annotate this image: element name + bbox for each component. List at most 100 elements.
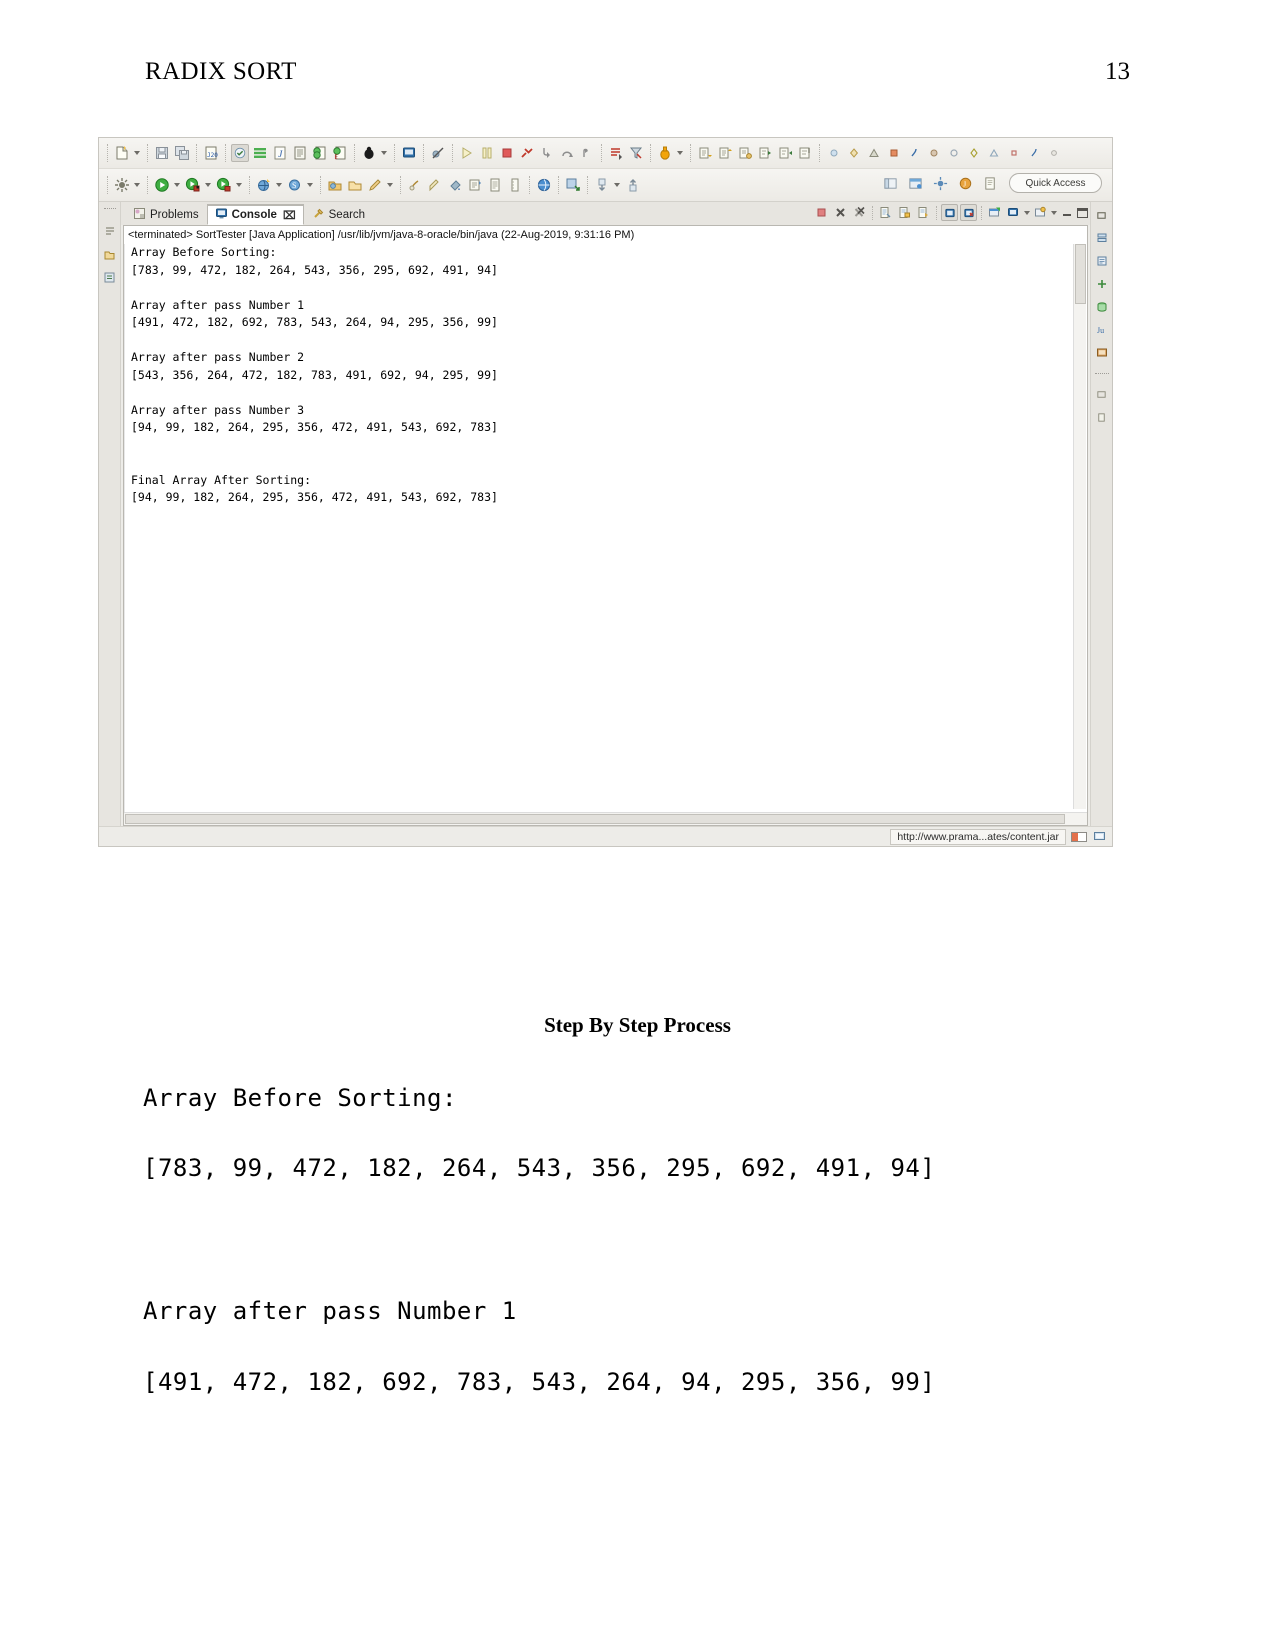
open-folder-icon[interactable] <box>346 176 364 194</box>
download-dropdown-arrow[interactable] <box>612 176 621 194</box>
search-global-icon[interactable]: S <box>286 176 304 194</box>
last-edit-location-icon[interactable] <box>736 144 754 162</box>
step-return-icon[interactable] <box>578 144 596 162</box>
profile-dropdown-arrow[interactable] <box>234 176 243 194</box>
download-icon[interactable] <box>593 176 611 194</box>
debug-perspective-button-icon[interactable] <box>931 174 949 192</box>
outline-icon[interactable] <box>103 270 117 284</box>
globe-icon[interactable] <box>535 176 553 194</box>
edit-dropdown-arrow[interactable] <box>385 176 394 194</box>
remove-launch-icon[interactable] <box>832 204 849 221</box>
new-java-class-icon[interactable]: J20 <box>202 144 220 162</box>
debug-perspective-icon[interactable] <box>113 176 131 194</box>
java-ee-perspective-icon[interactable] <box>906 174 924 192</box>
step-over-icon[interactable] <box>558 144 576 162</box>
marker-icon-12[interactable] <box>1045 144 1063 162</box>
resume-icon[interactable] <box>458 144 476 162</box>
new-perspective-icon[interactable] <box>981 174 999 192</box>
properties-icon[interactable] <box>1095 254 1109 268</box>
network-icon[interactable] <box>564 176 582 194</box>
scrollbar-thumb[interactable] <box>1075 244 1086 304</box>
rail-drag-handle[interactable] <box>103 208 116 213</box>
new-enum-icon[interactable]: E <box>331 144 349 162</box>
coverage-dropdown-arrow[interactable] <box>203 176 212 194</box>
suspend-icon[interactable] <box>478 144 496 162</box>
validate-icon[interactable] <box>406 176 424 194</box>
console-vertical-scrollbar[interactable] <box>1073 244 1086 809</box>
debug-icon[interactable] <box>360 144 378 162</box>
marker-icon-4[interactable] <box>885 144 903 162</box>
use-step-filters-icon[interactable] <box>627 144 645 162</box>
new-annotation-icon[interactable] <box>311 144 329 162</box>
upload-icon[interactable] <box>624 176 642 194</box>
debug-dropdown-arrow-2[interactable] <box>132 176 141 194</box>
paint-icon[interactable] <box>426 176 444 194</box>
servers-icon[interactable] <box>1095 231 1109 245</box>
new-jsp-icon[interactable] <box>400 144 418 162</box>
marker-icon-10[interactable] <box>1005 144 1023 162</box>
tab-search[interactable]: Search <box>304 204 373 225</box>
run-dropdown-arrow[interactable] <box>675 144 684 162</box>
marker-icon-5[interactable] <box>905 144 923 162</box>
new-dropdown-arrow[interactable] <box>132 144 141 162</box>
snippets-icon[interactable] <box>1095 277 1109 291</box>
document-icon[interactable] <box>486 176 504 194</box>
forward-history-icon[interactable] <box>776 144 794 162</box>
debug-dropdown-arrow[interactable] <box>379 144 388 162</box>
marker-icon-2[interactable] <box>845 144 863 162</box>
marker-icon-9[interactable] <box>985 144 1003 162</box>
restore-icon[interactable] <box>1095 208 1109 222</box>
disconnect-icon[interactable] <box>518 144 536 162</box>
next-annotation-icon[interactable] <box>696 144 714 162</box>
pin-console-icon[interactable] <box>941 204 958 221</box>
display-selected-console-icon[interactable] <box>960 204 977 221</box>
open-perspective-icon[interactable] <box>326 176 344 194</box>
terminate-icon[interactable] <box>813 204 830 221</box>
status-console-icon[interactable] <box>1092 830 1106 844</box>
pin-editor-icon[interactable] <box>796 144 814 162</box>
remove-all-launches-icon[interactable] <box>851 204 868 221</box>
open-perspective-button-icon[interactable] <box>881 174 899 192</box>
marker-icon-3[interactable] <box>865 144 883 162</box>
new-console-dropdown-arrow[interactable] <box>1050 205 1058 221</box>
junit-icon[interactable]: Ju <box>1095 323 1109 337</box>
task-list-icon[interactable] <box>1095 410 1109 424</box>
search-dropdown-arrow[interactable] <box>305 176 314 194</box>
new-java-project-icon[interactable] <box>291 144 309 162</box>
toggle-mark-occurrences-icon[interactable] <box>231 144 249 162</box>
open-type-icon[interactable]: J <box>271 144 289 162</box>
profile-icon[interactable] <box>215 176 233 194</box>
quick-access-search[interactable]: Quick Access <box>1009 173 1102 193</box>
package-explorer-icon[interactable] <box>103 247 117 261</box>
marker-icon-8[interactable] <box>965 144 983 162</box>
new-web-project-icon[interactable] <box>255 176 273 194</box>
run-dropdown-arrow-2[interactable] <box>172 176 181 194</box>
marker-icon-1[interactable] <box>825 144 843 162</box>
step-into-icon[interactable] <box>538 144 556 162</box>
external-tools-icon[interactable] <box>466 176 484 194</box>
run-icon[interactable] <box>153 176 171 194</box>
save-all-icon[interactable] <box>173 144 191 162</box>
terminate-icon[interactable] <box>498 144 516 162</box>
coverage-icon[interactable] <box>184 176 202 194</box>
marker-icon-11[interactable] <box>1025 144 1043 162</box>
maximize-icon[interactable] <box>1077 207 1088 218</box>
tab-problems[interactable]: Problems <box>125 204 207 225</box>
ruler-icon[interactable] <box>506 176 524 194</box>
console-horizontal-scrollbar[interactable] <box>124 812 1087 825</box>
progress-icon[interactable] <box>1095 387 1109 401</box>
scrollbar-thumb[interactable] <box>125 814 1065 824</box>
new-console-view-icon[interactable] <box>1005 204 1022 221</box>
marker-icon-7[interactable] <box>945 144 963 162</box>
marker-icon-6[interactable] <box>925 144 943 162</box>
clear-console-icon[interactable] <box>877 204 894 221</box>
new-package-icon[interactable] <box>251 144 269 162</box>
close-icon[interactable]: ⌧ <box>283 209 296 222</box>
web-dropdown-arrow[interactable] <box>274 176 283 194</box>
java-perspective-icon[interactable]: J <box>956 174 974 192</box>
data-source-icon[interactable] <box>1095 300 1109 314</box>
skip-breakpoints-icon[interactable] <box>429 144 447 162</box>
tab-console[interactable]: Console ⌧ <box>206 204 304 225</box>
console-output-text[interactable]: Array Before Sorting: [783, 99, 472, 182… <box>124 244 1087 812</box>
run-last-tool-icon[interactable] <box>656 144 674 162</box>
